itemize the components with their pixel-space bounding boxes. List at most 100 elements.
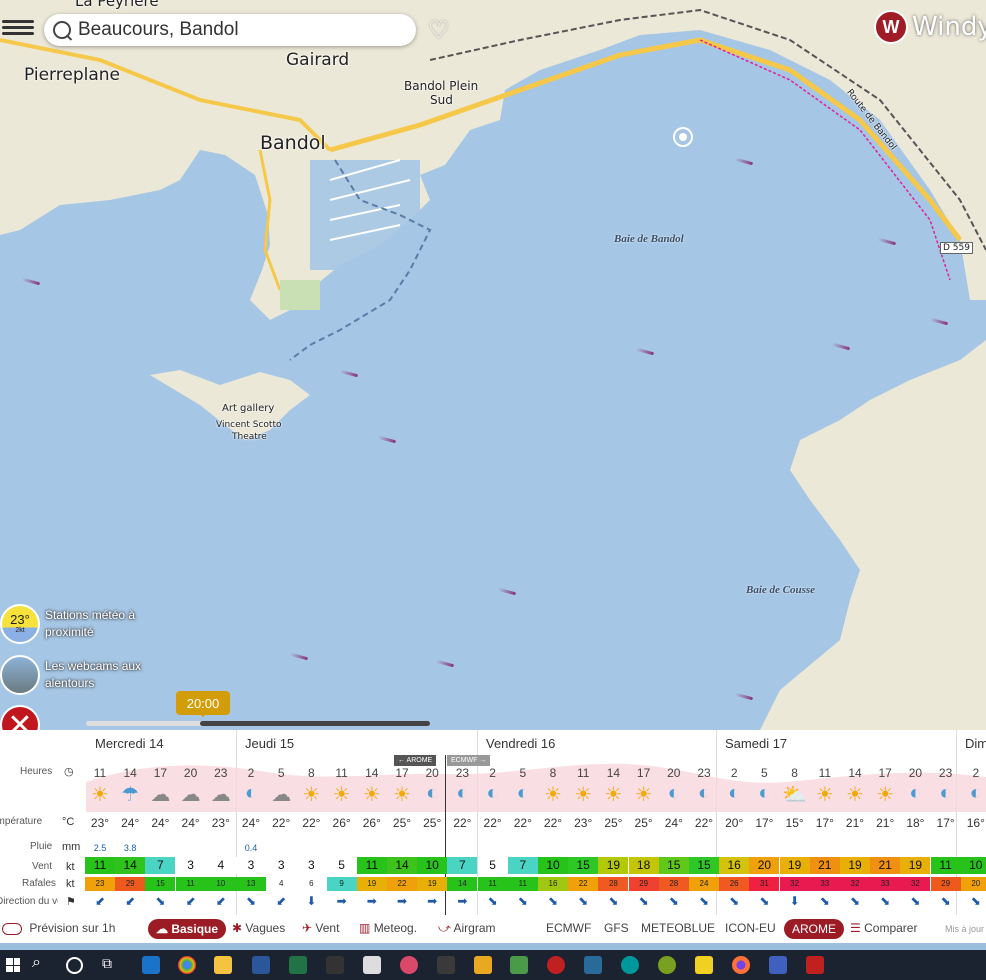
station-temp-bubble[interactable]: 23° 2kt bbox=[0, 604, 40, 644]
firefox-icon[interactable] bbox=[732, 956, 750, 974]
sun-icon: ☀ bbox=[362, 784, 381, 806]
wind-direction-arrow: ⬊ bbox=[668, 894, 679, 908]
sun-icon: ☀ bbox=[815, 784, 834, 806]
temp-cell: 22° bbox=[453, 816, 472, 830]
chrome-icon[interactable] bbox=[178, 956, 196, 974]
webcams-widget[interactable]: Les webcams aux alentours bbox=[0, 655, 141, 695]
wind-direction-arrow: ⬊ bbox=[729, 894, 740, 908]
app-icon[interactable] bbox=[510, 956, 528, 974]
wind-direction-arrow: ⬊ bbox=[245, 894, 257, 908]
tab-label: Vagues bbox=[245, 921, 286, 935]
model-arome[interactable]: AROME bbox=[784, 919, 845, 939]
model-gfs[interactable]: GFS bbox=[604, 921, 629, 935]
notepad-icon[interactable] bbox=[363, 956, 381, 974]
hour-cell: 23 bbox=[697, 766, 711, 780]
app-icon[interactable] bbox=[474, 956, 492, 974]
app-icon[interactable] bbox=[695, 956, 713, 974]
tab-airgram[interactable]: ⤻ Airgram bbox=[438, 921, 496, 936]
windy-logo-icon: W bbox=[874, 10, 908, 44]
wind-cell: 11 bbox=[85, 857, 115, 874]
cortana-icon[interactable] bbox=[66, 957, 83, 974]
wind-direction-arrow: ➡ bbox=[366, 894, 377, 908]
wind-direction-arrow: ⬊ bbox=[880, 894, 891, 908]
hour-cell: 5 bbox=[519, 766, 527, 780]
app-icon[interactable] bbox=[400, 956, 418, 974]
temp-cell: 21° bbox=[845, 816, 865, 830]
model-tag-ecmwf[interactable]: ECMWF → bbox=[447, 755, 491, 766]
hour-cell: 14 bbox=[365, 766, 379, 780]
excel-icon[interactable] bbox=[289, 956, 307, 974]
sea-label: Baie de Bandol bbox=[614, 233, 684, 245]
wind-direction-arrow: ⬊ bbox=[578, 894, 589, 908]
compare-button[interactable]: ☰ Comparer bbox=[850, 921, 917, 935]
wind-direction-arrow: ⬋ bbox=[276, 894, 287, 908]
forecast-1h-toggle[interactable]: Prévision sur 1h bbox=[2, 921, 115, 935]
webcam-thumbnail[interactable] bbox=[0, 655, 40, 695]
model-meteoblue[interactable]: METEOBLUE bbox=[641, 921, 715, 935]
app-icon[interactable] bbox=[658, 956, 676, 974]
tab-basique[interactable]: ☁ Basique bbox=[148, 919, 227, 939]
search-bar[interactable] bbox=[44, 14, 416, 46]
hour-cell: 23 bbox=[455, 766, 470, 780]
day-header[interactable]: Vendredi 16 bbox=[486, 736, 555, 751]
temp-cell: 23° bbox=[574, 816, 593, 830]
rain-cell: 0.4 bbox=[244, 843, 258, 853]
taskbar-search-icon[interactable]: ⌕ bbox=[32, 954, 41, 972]
sun-icon: ☀ bbox=[302, 784, 321, 806]
mail-app-icon[interactable] bbox=[142, 956, 160, 974]
app-icon[interactable] bbox=[584, 956, 602, 974]
windy-logo-text: Windy bbox=[912, 12, 986, 42]
day-header[interactable]: Samedi 17 bbox=[725, 736, 787, 751]
wind-cell: 19 bbox=[779, 857, 810, 874]
wind-cell: 19 bbox=[900, 857, 931, 874]
hour-cell: 20 bbox=[908, 766, 923, 780]
wind-cell: 16 bbox=[719, 857, 750, 874]
temp-cell: 16° bbox=[966, 816, 985, 830]
tab-vent[interactable]: ✈ Vent bbox=[302, 921, 339, 935]
tab-meteogram[interactable]: ▥ Meteog. bbox=[359, 921, 417, 935]
temp-cell: 25° bbox=[634, 816, 653, 830]
temp-cell: 24° bbox=[121, 816, 140, 830]
timeline-time-bubble[interactable]: 20:00 bbox=[176, 691, 230, 717]
favorite-heart-icon[interactable]: ♡ bbox=[428, 16, 450, 45]
temp-cell: 17° bbox=[815, 816, 834, 830]
model-icon-eu[interactable]: ICON-EU bbox=[725, 921, 776, 935]
model-ecmwf[interactable]: ECMWF bbox=[546, 921, 591, 935]
hour-cell: 17 bbox=[153, 766, 168, 780]
moon-icon: ◐ bbox=[486, 782, 499, 804]
day-header[interactable]: Mercredi 14 bbox=[95, 736, 164, 751]
timeline-slider[interactable] bbox=[86, 721, 430, 726]
wind-cell: 4 bbox=[205, 857, 236, 874]
wind-cell: 18 bbox=[628, 857, 659, 874]
model-tag-arome[interactable]: ← AROME bbox=[394, 755, 437, 766]
temp-cell: 20° bbox=[725, 816, 744, 830]
tab-vagues[interactable]: ✱ Vagues bbox=[232, 921, 285, 935]
arduino-icon[interactable] bbox=[621, 956, 639, 974]
nearby-stations-widget[interactable]: 23° 2kt Stations météo à proximité bbox=[0, 604, 135, 644]
wind-direction-arrow: ⬊ bbox=[970, 894, 981, 908]
day-header[interactable]: Jeudi 15 bbox=[245, 736, 294, 751]
map[interactable]: La Peyrière Pierreplane Gairard Bandol B… bbox=[0, 0, 986, 730]
app-icon[interactable] bbox=[769, 956, 787, 974]
moon-icon: ◐ bbox=[426, 782, 439, 804]
compare-label: Comparer bbox=[864, 921, 918, 935]
windows-start-icon[interactable] bbox=[6, 958, 20, 972]
word-icon[interactable] bbox=[252, 956, 270, 974]
menu-icon[interactable] bbox=[2, 17, 34, 43]
gust-cell: 10 bbox=[205, 877, 236, 891]
task-view-icon[interactable]: ⧉ bbox=[102, 955, 112, 972]
app-icon[interactable] bbox=[806, 956, 824, 974]
wind-cell: 19 bbox=[840, 857, 870, 874]
app-icon[interactable] bbox=[437, 956, 455, 974]
info-icon[interactable] bbox=[547, 956, 565, 974]
windy-logo[interactable]: W Windy bbox=[874, 10, 986, 44]
day-header[interactable]: Dim bbox=[965, 736, 986, 751]
moon-cloud-icon: ☁ bbox=[180, 784, 201, 806]
app-icon[interactable] bbox=[326, 956, 344, 974]
search-input[interactable] bbox=[76, 18, 400, 42]
temp-cell: 15° bbox=[785, 816, 804, 830]
file-explorer-icon[interactable] bbox=[214, 956, 232, 974]
moon-cloud-icon: ☁ bbox=[210, 784, 231, 806]
sun-icon: ☀ bbox=[393, 784, 411, 806]
temp-cell: 24° bbox=[151, 816, 170, 830]
